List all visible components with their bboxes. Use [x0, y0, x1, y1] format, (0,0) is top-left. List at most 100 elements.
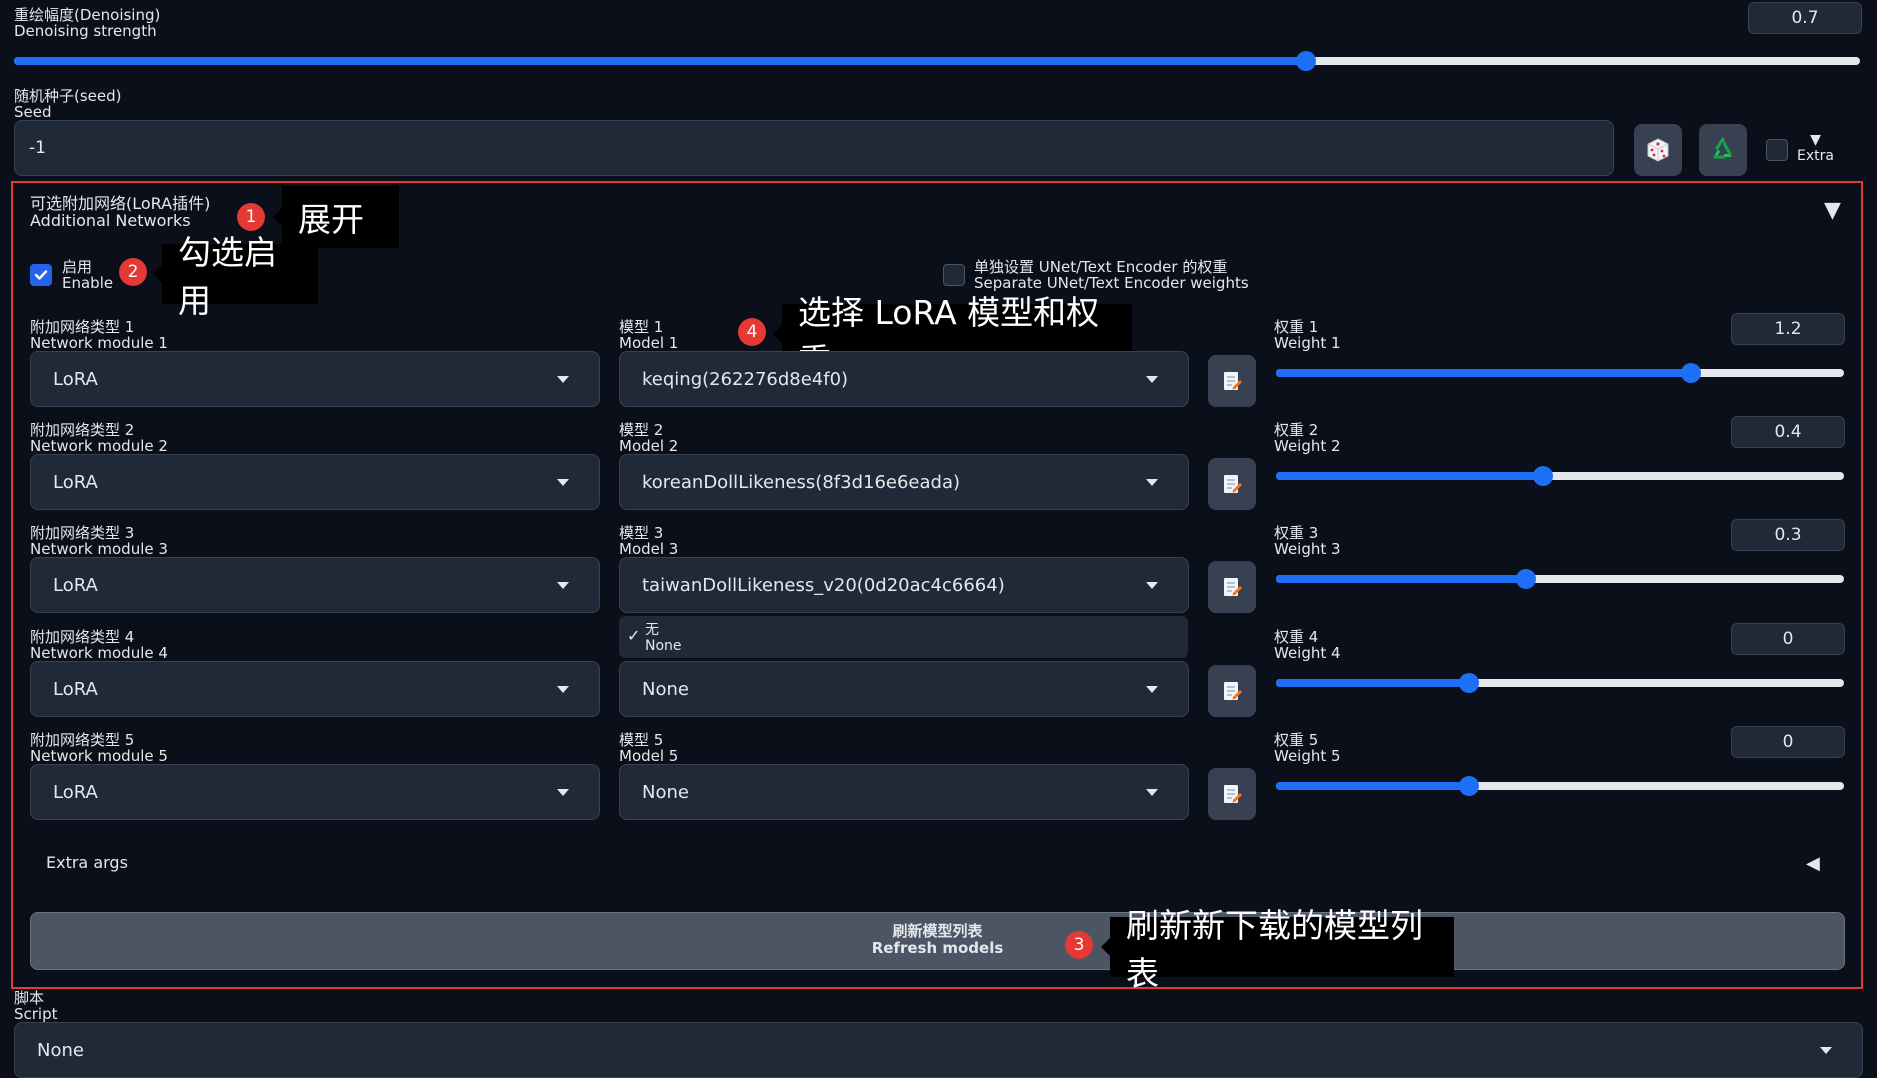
weight-1-value: 1.2 — [1774, 319, 1802, 339]
weight-3-slider[interactable] — [1276, 569, 1844, 589]
weight-5-slider[interactable] — [1276, 776, 1844, 796]
network-module-2-select[interactable]: LoRA — [30, 454, 600, 510]
weight-1-label-en: Weight 1 — [1274, 334, 1341, 352]
model-3-label: 模型 3 Model 3 — [619, 525, 678, 557]
denoising-value-input[interactable]: 0.7 — [1748, 2, 1862, 34]
model-2-select[interactable]: koreanDollLikeness(8f3d16e6eada) — [619, 454, 1189, 510]
network-module-4-label: 附加网络类型 4 Network module 4 — [30, 629, 168, 661]
edit-note-icon — [1224, 475, 1242, 493]
weight-5-slider-fill — [1276, 782, 1470, 790]
network-module-5-label-en: Network module 5 — [30, 747, 168, 765]
option-label-en: None — [645, 638, 682, 654]
chevron-down-icon — [557, 789, 569, 796]
model-5-label: 模型 5 Model 5 — [619, 732, 678, 764]
model-3-info-button[interactable] — [1208, 561, 1256, 613]
model-5-select[interactable]: None — [619, 764, 1189, 820]
reuse-seed-button[interactable] — [1699, 124, 1747, 176]
weight-5-value-input[interactable]: 0 — [1731, 726, 1845, 758]
model-2-label: 模型 2 Model 2 — [619, 422, 678, 454]
weight-2-label-en: Weight 2 — [1274, 437, 1341, 455]
weight-2-slider-thumb[interactable] — [1532, 466, 1553, 486]
weight-4-slider-fill — [1276, 679, 1470, 687]
weight-5-label-en: Weight 5 — [1274, 747, 1341, 765]
collapse-toggle-icon[interactable]: ▼ — [1824, 198, 1841, 223]
network-module-1-select[interactable]: LoRA — [30, 351, 600, 407]
weight-4-label-en: Weight 4 — [1274, 644, 1341, 662]
extra-arrow-icon: ▼ — [1810, 132, 1821, 148]
model-5-info-button[interactable] — [1208, 768, 1256, 820]
extra-args-label[interactable]: Extra args — [46, 853, 128, 872]
network-module-3-select[interactable]: LoRA — [30, 557, 600, 613]
weight-4-value-input[interactable]: 0 — [1731, 623, 1845, 655]
model-3-select[interactable]: taiwanDollLikeness_v20(0d20ac4c6664) — [619, 557, 1189, 613]
network-module-5-value: LoRA — [53, 781, 98, 803]
weight-1-value-input[interactable]: 1.2 — [1731, 313, 1845, 345]
weight-2-label: 权重 2 Weight 2 — [1274, 422, 1341, 454]
separate-weights-checkbox[interactable] — [943, 264, 965, 286]
edit-note-icon — [1224, 578, 1242, 596]
network-module-1-value: LoRA — [53, 368, 98, 390]
weight-5-slider-thumb[interactable] — [1459, 776, 1480, 796]
seed-label: 随机种子(seed) Seed — [14, 88, 122, 120]
random-seed-button[interactable] — [1634, 124, 1682, 176]
model-1-select[interactable]: keqing(262276d8e4f0) — [619, 351, 1189, 407]
model-4-select[interactable]: None — [619, 661, 1189, 717]
weight-1-slider-fill — [1276, 369, 1691, 377]
weight-1-slider-thumb[interactable] — [1680, 363, 1701, 383]
model-1-info-button[interactable] — [1208, 355, 1256, 407]
network-module-3-label-en: Network module 3 — [30, 540, 168, 558]
extra-seed-toggle[interactable]: ▼ Extra — [1797, 132, 1834, 164]
recycle-icon — [1713, 137, 1732, 159]
denoising-slider-thumb[interactable] — [1296, 51, 1317, 71]
seed-input[interactable]: -1 — [14, 120, 1614, 176]
network-module-1-label: 附加网络类型 1 Network module 1 — [30, 319, 168, 351]
weight-3-value-input[interactable]: 0.3 — [1731, 519, 1845, 551]
additional-networks-title[interactable]: 可选附加网络(LoRA插件) Additional Networks — [30, 195, 210, 229]
weight-2-value-input[interactable]: 0.4 — [1731, 416, 1845, 448]
chevron-down-icon — [1146, 479, 1158, 486]
chevron-down-icon — [1820, 1047, 1832, 1054]
weight-1-slider[interactable] — [1276, 363, 1844, 383]
weight-2-slider[interactable] — [1276, 466, 1844, 486]
enable-label-en: Enable — [62, 274, 114, 292]
extra-label: Extra — [1797, 148, 1834, 164]
denoising-label-en: Denoising strength — [14, 22, 157, 40]
denoising-slider[interactable] — [14, 51, 1860, 71]
model-5-label-en: Model 5 — [619, 747, 679, 765]
network-module-4-select[interactable]: LoRA — [30, 661, 600, 717]
weight-4-slider[interactable] — [1276, 673, 1844, 693]
weight-4-slider-thumb[interactable] — [1459, 673, 1480, 693]
model-4-info-button[interactable] — [1208, 665, 1256, 717]
network-module-4-value: LoRA — [53, 678, 98, 700]
script-select[interactable]: None — [14, 1022, 1863, 1078]
weight-4-label: 权重 4 Weight 4 — [1274, 629, 1341, 661]
weight-3-value: 0.3 — [1774, 525, 1802, 545]
refresh-label-en: Refresh models — [871, 939, 1004, 957]
weight-3-slider-fill — [1276, 575, 1526, 583]
enable-label: 启用 Enable — [62, 259, 113, 291]
weight-5-value: 0 — [1782, 732, 1794, 752]
chevron-down-icon — [557, 376, 569, 383]
extra-seed-checkbox[interactable] — [1766, 139, 1788, 161]
model-2-label-en: Model 2 — [619, 437, 679, 455]
network-module-3-label: 附加网络类型 3 Network module 3 — [30, 525, 168, 557]
model-4-value: None — [642, 678, 689, 700]
weight-4-value: 0 — [1782, 629, 1794, 649]
refresh-models-button[interactable]: 刷新模型列表 Refresh models — [30, 912, 1845, 970]
chevron-down-icon — [557, 686, 569, 693]
edit-note-icon — [1224, 682, 1242, 700]
model-2-info-button[interactable] — [1208, 458, 1256, 510]
extra-args-expand-icon[interactable]: ◀ — [1806, 853, 1820, 874]
network-module-3-value: LoRA — [53, 574, 98, 596]
weight-3-slider-thumb[interactable] — [1515, 569, 1536, 589]
seed-label-en: Seed — [14, 103, 52, 121]
denoising-label: 重绘幅度(Denoising) Denoising strength — [14, 7, 160, 39]
denoising-slider-fill — [14, 57, 1307, 65]
edit-note-icon — [1224, 372, 1242, 390]
network-module-5-select[interactable]: LoRA — [30, 764, 600, 820]
chevron-down-icon — [1146, 789, 1158, 796]
script-label: 脚本 Script — [14, 990, 58, 1022]
chevron-down-icon — [557, 582, 569, 589]
enable-checkbox[interactable] — [30, 264, 52, 286]
chevron-down-icon — [1146, 376, 1158, 383]
